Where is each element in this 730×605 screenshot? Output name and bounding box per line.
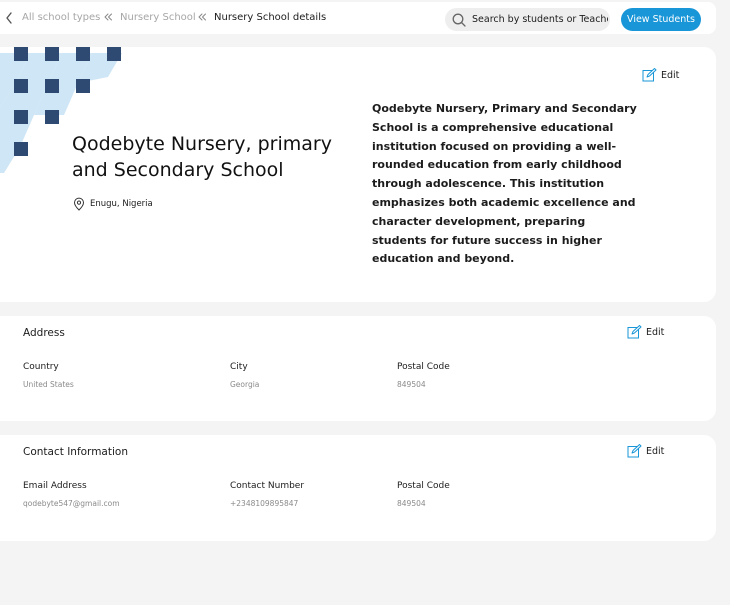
contact-title: Contact Information — [23, 446, 128, 458]
search-box[interactable] — [445, 8, 610, 31]
email-value: qodebyte547@gmail.com — [23, 499, 120, 508]
city-label: City — [230, 362, 248, 372]
edit-label: Edit — [646, 327, 665, 338]
edit-label: Edit — [661, 70, 680, 81]
contact-number-label: Contact Number — [230, 481, 305, 491]
school-description: Qodebyte Nursery, Primary and Secondary … — [372, 102, 637, 266]
country-label: Country — [23, 362, 59, 372]
city-value: Georgia — [230, 380, 260, 389]
edit-label: Edit — [646, 446, 665, 457]
edit-icon — [627, 444, 642, 458]
breadcrumb-all-school-types[interactable]: All school types — [22, 12, 100, 24]
school-overview-card: Qodebyte Nursery, primary and Secondary … — [0, 47, 716, 302]
contact-number-value: +2348109895847 — [230, 499, 299, 508]
view-students-button[interactable]: View Students — [621, 8, 701, 31]
postal-code-label: Postal Code — [397, 362, 450, 372]
school-name: Qodebyte Nursery, primary and Secondary … — [72, 133, 332, 181]
double-chevron-left-icon — [104, 13, 112, 21]
edit-icon — [642, 68, 657, 82]
breadcrumb-nursery-school[interactable]: Nursery School — [120, 12, 196, 24]
address-card: Address Edit Country United States City … — [0, 316, 716, 421]
edit-icon — [627, 325, 642, 339]
location-pin-icon — [73, 197, 85, 211]
country-value: United States — [23, 380, 74, 389]
search-icon — [452, 13, 466, 27]
breadcrumb-current: Nursery School details — [214, 12, 327, 23]
double-chevron-left-icon — [198, 13, 206, 21]
search-input[interactable] — [472, 8, 608, 31]
postal-code-value: 849504 — [397, 499, 426, 508]
postal-code-label: Postal Code — [397, 481, 450, 491]
address-title: Address — [23, 327, 65, 339]
top-bar: All school types Nursery School Nursery … — [0, 2, 716, 34]
location-text: Enugu, Nigeria — [90, 199, 153, 209]
email-label: Email Address — [23, 481, 87, 491]
contact-card: Contact Information Edit Email Address q… — [0, 435, 716, 541]
chevron-left-icon[interactable] — [4, 11, 14, 25]
postal-code-value: 849504 — [397, 380, 426, 389]
